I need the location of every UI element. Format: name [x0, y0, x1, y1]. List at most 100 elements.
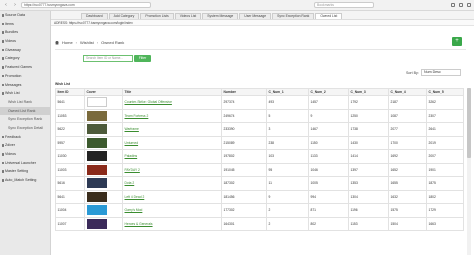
table-row: 11053 Team Fortress 2 249674 5 9 1250 1087 2307	[55, 108, 464, 123]
column-header[interactable]: C_Num_3	[348, 88, 389, 96]
game-title-link[interactable]: Heroes & Generals	[125, 222, 153, 226]
tab-dashboard[interactable]: Dashboard	[81, 13, 108, 19]
sidebar-item-owned-list-rank[interactable]: Owned List Rank	[0, 106, 50, 116]
filter-button[interactable]: Filter	[134, 55, 151, 62]
value-cell: 191045	[221, 162, 267, 177]
value-cell: 1430	[348, 135, 389, 150]
value-cell: 3262	[426, 95, 464, 110]
sidebar-item-feedback[interactable]: Feedback	[0, 133, 50, 142]
column-header[interactable]: Item ID	[55, 88, 85, 96]
game-title-link[interactable]: Warframe	[125, 127, 139, 131]
sidebar-item-messages[interactable]: Messages	[0, 81, 50, 90]
value-cell: 871	[308, 203, 349, 218]
cover-image	[86, 97, 107, 108]
tab-add-category[interactable]: Add Category	[108, 13, 140, 19]
sort-select[interactable]: Num Desc	[421, 69, 461, 76]
add-button[interactable]: +	[452, 37, 462, 46]
column-header[interactable]: C_Num_1	[266, 88, 309, 96]
sidebar-item-wish-list[interactable]: Wish List	[0, 89, 50, 98]
sidebar-item-sync-exception-detail[interactable]: Sync Exception Detail	[0, 124, 50, 133]
sidebar-item-master-setting[interactable]: Master Setting	[0, 167, 50, 176]
item-id-cell: 11003	[55, 162, 85, 177]
game-title-link[interactable]: Dota 2	[125, 181, 135, 185]
value-cell: 1575	[388, 203, 427, 218]
title-cell: Paladins	[122, 149, 222, 164]
value-cell: 1467	[308, 122, 349, 137]
cover-cell	[84, 162, 123, 177]
value-cell: 1087	[388, 108, 427, 123]
value-cell: 1655	[388, 176, 427, 191]
game-title-link[interactable]: Garry's Mod	[125, 208, 143, 212]
cover-cell	[84, 203, 123, 218]
sidebar-item-universal-launcher[interactable]: Universal Launcher	[0, 159, 50, 168]
search-input[interactable]: Search Item ID or Name...	[83, 55, 133, 62]
value-cell: 994	[308, 189, 349, 204]
breadcrumb-separator: ›	[96, 40, 99, 45]
cover-image	[86, 191, 107, 202]
column-header[interactable]: Cover	[84, 88, 123, 96]
download-icon[interactable]	[459, 3, 463, 7]
game-title-link[interactable]: Paladins	[125, 154, 138, 158]
breadcrumb-separator: ›	[75, 40, 78, 45]
title-cell: Heroes & Generals	[122, 216, 222, 231]
value-cell: 1353	[348, 176, 389, 191]
game-title-link[interactable]: Team Fortress 2	[125, 114, 149, 118]
table-row: 11004 Garry's Mod 177302 2 871 1196 1575 1729	[55, 203, 464, 218]
sidebar-item-promotion[interactable]: Promotion	[0, 72, 50, 81]
breadcrumb-section[interactable]: Wishlist	[80, 40, 94, 45]
tab-promotion-lists[interactable]: Promotion Lists	[140, 13, 174, 19]
game-title-link[interactable]: Left 4 Dead 2	[125, 195, 145, 199]
game-title-link[interactable]: Counter-Strike: Global Offensive	[125, 100, 172, 104]
cover-cell	[84, 108, 123, 123]
sidebar-item-giveaway[interactable]: Giveaway	[0, 46, 50, 55]
game-title-link[interactable]: PAYDAY 2	[125, 168, 140, 172]
address-bar[interactable]: https://ruc0777.tusmycngava.com	[21, 2, 151, 8]
sidebar-item-zdiver[interactable]: Zdiver	[0, 141, 50, 150]
title-cell: Warframe	[122, 122, 222, 137]
tab-owned-list[interactable]: Owned List	[315, 13, 343, 19]
sidebar-item-sync-exception-rank[interactable]: Sync Exception Rank	[0, 115, 50, 124]
value-cell: 1414	[348, 149, 389, 164]
game-title-link[interactable]: Unturned	[125, 141, 139, 145]
cover-cell	[84, 95, 123, 110]
sidebar-item-category[interactable]: Category	[0, 54, 50, 63]
browser-search-field[interactable]: Bookmarks	[314, 2, 374, 8]
sidebar-item-videos[interactable]: Videos	[0, 150, 50, 159]
sidebar-item-items[interactable]: Items	[0, 20, 50, 29]
cover-image	[86, 178, 107, 189]
breadcrumb-page: Owned Rank	[101, 40, 125, 45]
sidebar-item-wish-list-rank[interactable]: Wish List Rank	[0, 98, 50, 107]
column-header[interactable]: Title	[122, 88, 222, 96]
value-cell: 1663	[426, 216, 464, 231]
value-cell: 1738	[348, 122, 389, 137]
home-icon[interactable]	[55, 40, 59, 45]
sidebar-item-source-data[interactable]: Source Data	[0, 11, 50, 20]
scrollbar[interactable]	[467, 88, 471, 255]
sidebar-item-bundles[interactable]: Bundles	[0, 28, 50, 37]
breadcrumb-home[interactable]: Home	[62, 40, 73, 45]
tab-system-message[interactable]: System Message	[202, 13, 239, 19]
sidebar-item-videos[interactable]: Videos	[0, 37, 50, 46]
bookmark-icon[interactable]	[451, 3, 455, 7]
scrollbar-thumb[interactable]	[467, 88, 471, 158]
cover-image	[86, 137, 107, 148]
sidebar-item-auto-match-setting[interactable]: Auto_Match Setting	[0, 176, 50, 185]
title-cell: Garry's Mod	[122, 203, 222, 218]
value-cell: 1397	[348, 162, 389, 177]
column-header[interactable]: C_Num_2	[308, 88, 349, 96]
table-row: 11030 Paladins 197802 103 1133 1414 1692 2007	[55, 149, 464, 164]
table-row: 11003 PAYDAY 2 191045 95 1046 1397 1652 1901	[55, 162, 464, 177]
value-cell: 1700	[388, 135, 427, 150]
value-cell: 164301	[221, 216, 267, 231]
column-header[interactable]: Number	[221, 88, 267, 96]
menu-icon[interactable]	[467, 3, 471, 7]
back-icon[interactable]: ‹	[3, 2, 9, 8]
column-header[interactable]: C_Num_4	[388, 88, 427, 96]
tab-videos-list[interactable]: Videos List	[174, 13, 202, 19]
tab-user-message[interactable]: User Message	[239, 13, 272, 19]
value-cell: 5	[266, 108, 309, 123]
sidebar-item-featured-games[interactable]: Featured Games	[0, 63, 50, 72]
tab-sync-exception-rank[interactable]: Sync Exception Rank	[272, 13, 315, 19]
column-header[interactable]: C_Num_5	[426, 88, 464, 96]
forward-icon[interactable]: ›	[12, 2, 18, 8]
